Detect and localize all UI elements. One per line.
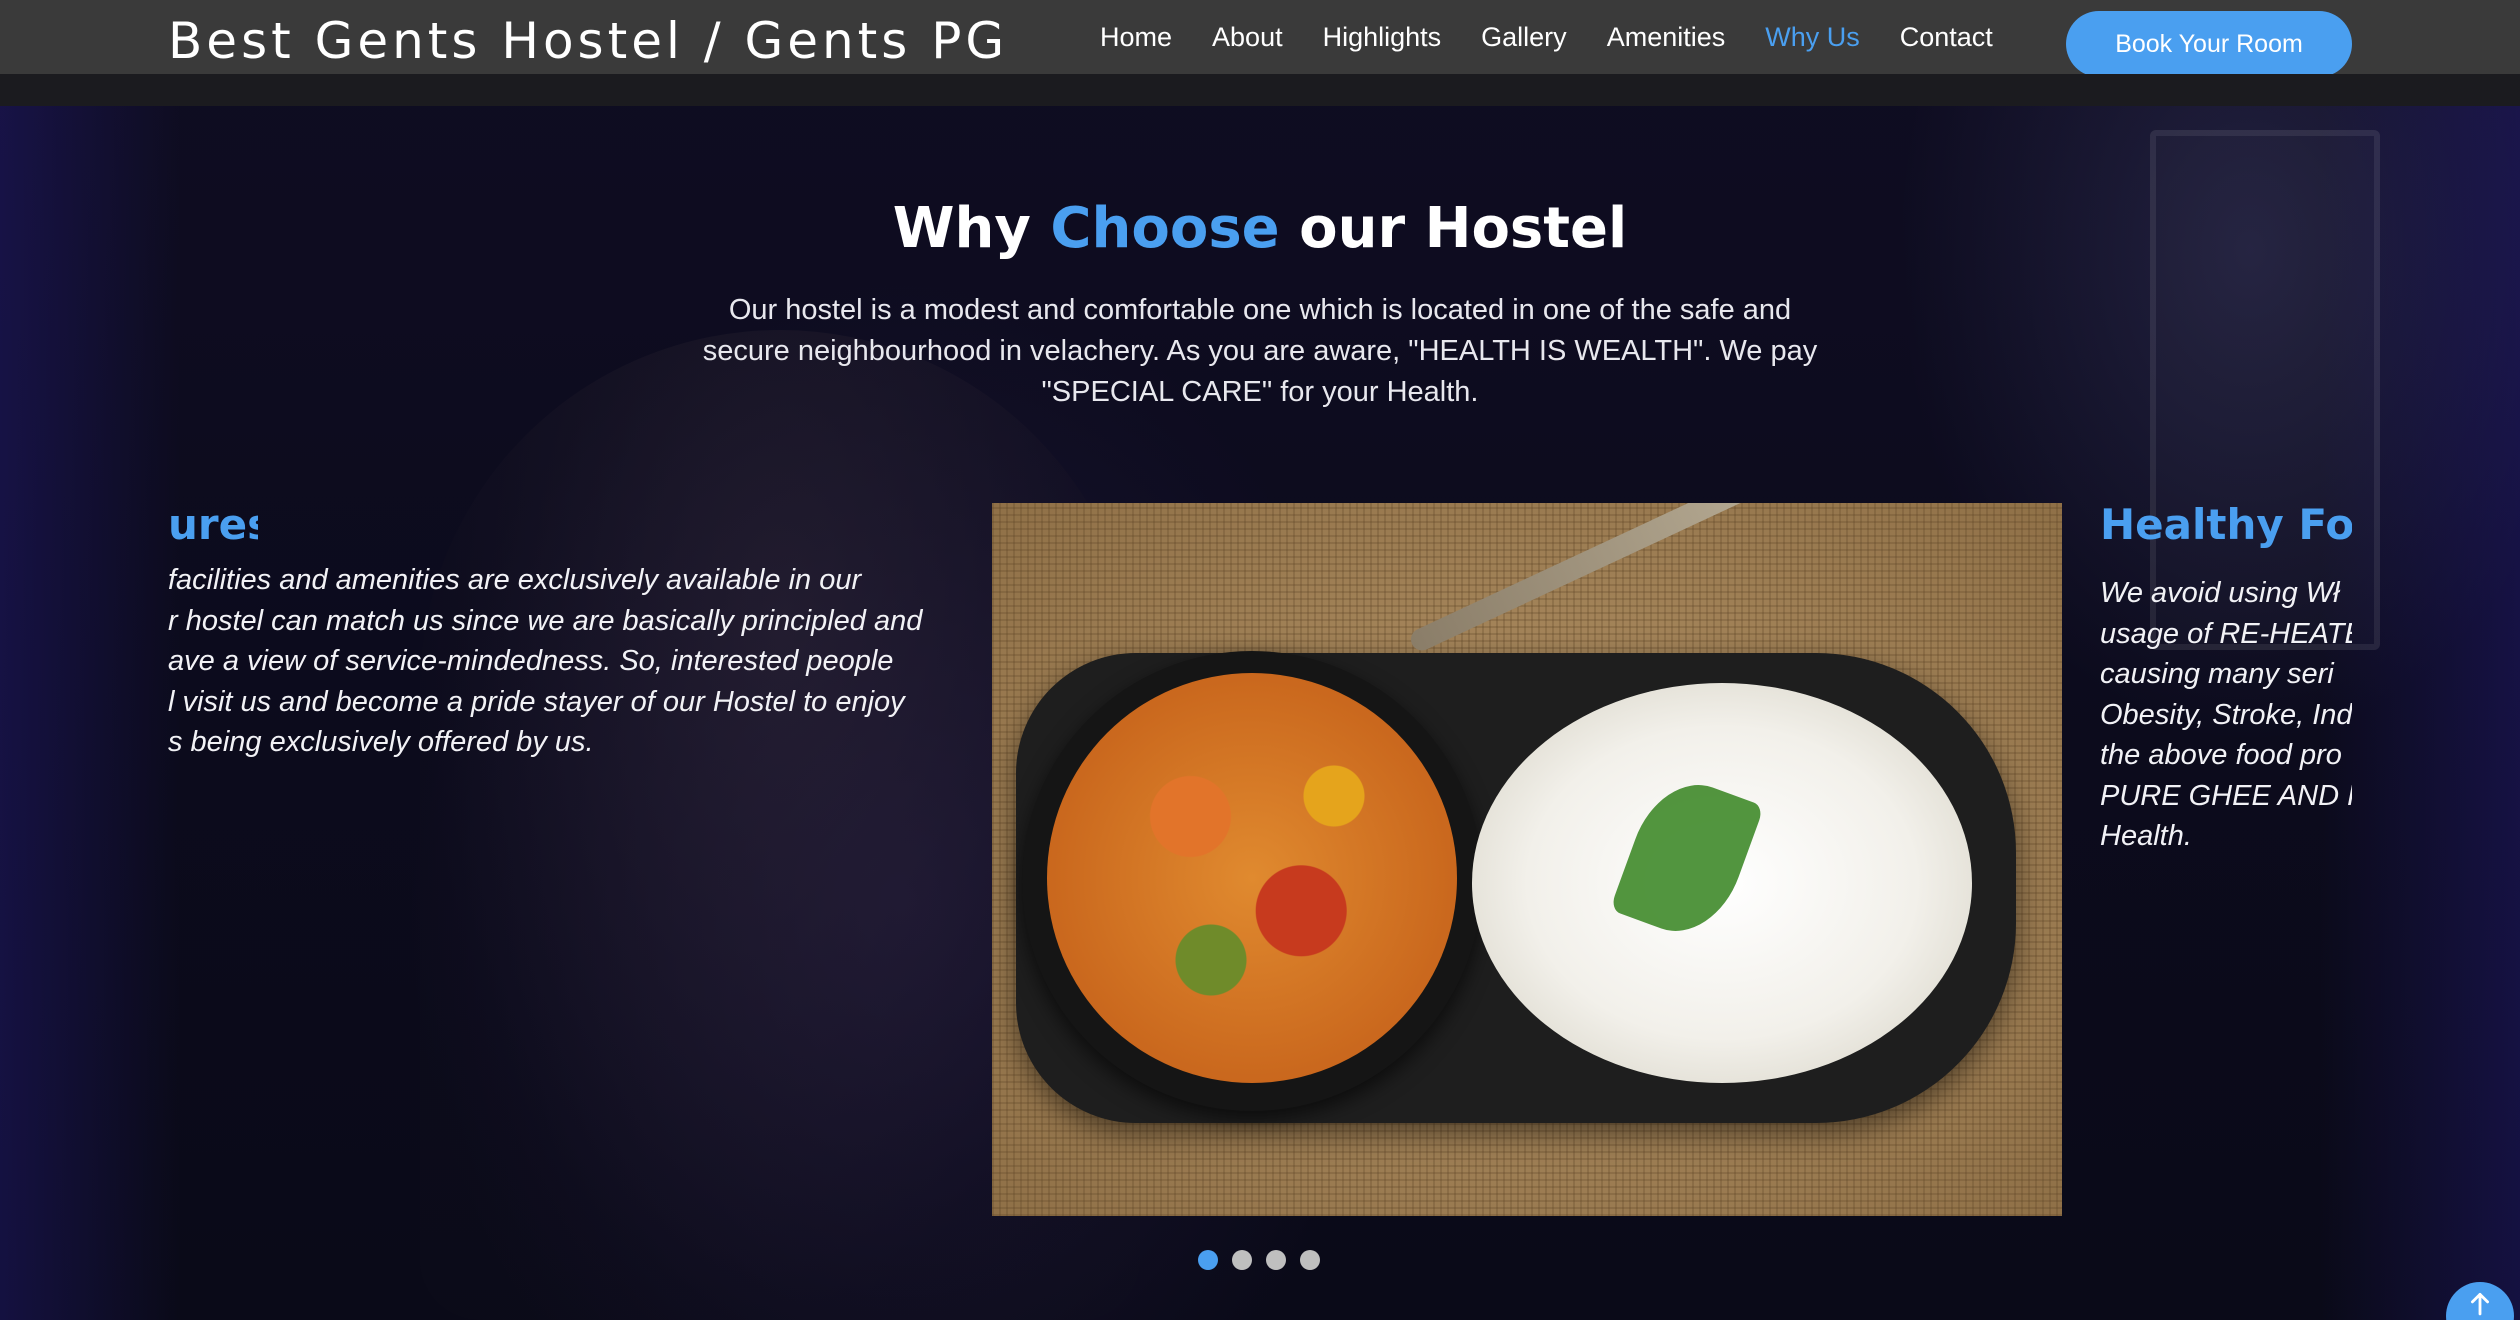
next-slide-line: the above food pro [2100, 739, 2342, 771]
why-us-carousel[interactable]: ures facilities and amenities are exclus… [168, 500, 2352, 1260]
next-slide-line: Health. [2100, 820, 2192, 852]
section-title: Why Choose our Hostel [0, 196, 2520, 261]
prev-slide-heading-wrap: ures [168, 500, 258, 549]
next-slide-heading: Healthy Foc [2100, 500, 2352, 549]
arrow-up-icon [2471, 1292, 2489, 1316]
nav-amenities[interactable]: Amenities [1587, 22, 1746, 53]
nav-gallery[interactable]: Gallery [1461, 22, 1587, 53]
vegetable-curry [1047, 673, 1457, 1083]
prev-slide-text: facilities and amenities are exclusively… [168, 560, 988, 763]
next-slide-line: causing many seri [2100, 658, 2334, 690]
prev-slide-line: ave a view of service-mindedness. So, in… [168, 645, 894, 677]
prev-slide-line: facilities and amenities are exclusively… [168, 564, 862, 596]
prev-slide-line: l visit us and become a pride stayer of … [168, 685, 905, 718]
main-nav: Home About Highlights Gallery Amenities … [1080, 0, 2013, 74]
nav-highlights[interactable]: Highlights [1303, 22, 1462, 53]
next-slide-text: We avoid using Wł usage of RE-HEATE caus… [2100, 573, 2352, 857]
carousel-dot-2[interactable] [1232, 1250, 1252, 1270]
next-slide-line: We avoid using Wł [2100, 577, 2340, 609]
next-slide-line: usage of RE-HEATE [2100, 617, 2352, 650]
top-navbar: Best Gents Hostel / Gents PG Home About … [0, 0, 2520, 77]
nav-home[interactable]: Home [1080, 22, 1192, 53]
nav-why-us[interactable]: Why Us [1745, 22, 1880, 53]
slide-food-image [992, 503, 2062, 1216]
carousel-dot-4[interactable] [1300, 1250, 1320, 1270]
next-slide: Healthy Foc We avoid using Wł usage of R… [2100, 500, 2352, 857]
nav-contact[interactable]: Contact [1880, 22, 2013, 53]
navbar-underlay [0, 74, 2520, 106]
prev-slide-line: s being exclusively offered by us. [168, 726, 594, 758]
next-slide-line: Obesity, Stroke, Ind [2100, 698, 2352, 731]
section-description: Our hostel is a modest and comfortable o… [702, 294, 1818, 408]
title-prefix: Why [892, 196, 1051, 261]
next-slide-line: PURE GHEE AND PUI [2100, 779, 2352, 812]
site-brand[interactable]: Best Gents Hostel / Gents PG [168, 12, 1008, 70]
nav-about[interactable]: About [1192, 22, 1303, 53]
prev-slide-heading: ures [168, 500, 258, 549]
book-your-room-button[interactable]: Book Your Room [2066, 11, 2352, 77]
carousel-pagination [1198, 1250, 1320, 1270]
prev-slide-line: r hostel can match us since we are basic… [168, 604, 923, 637]
title-suffix: our Hostel [1279, 196, 1628, 261]
carousel-dot-1[interactable] [1198, 1250, 1218, 1270]
carousel-dot-3[interactable] [1266, 1250, 1286, 1270]
title-accent: Choose [1050, 196, 1280, 261]
